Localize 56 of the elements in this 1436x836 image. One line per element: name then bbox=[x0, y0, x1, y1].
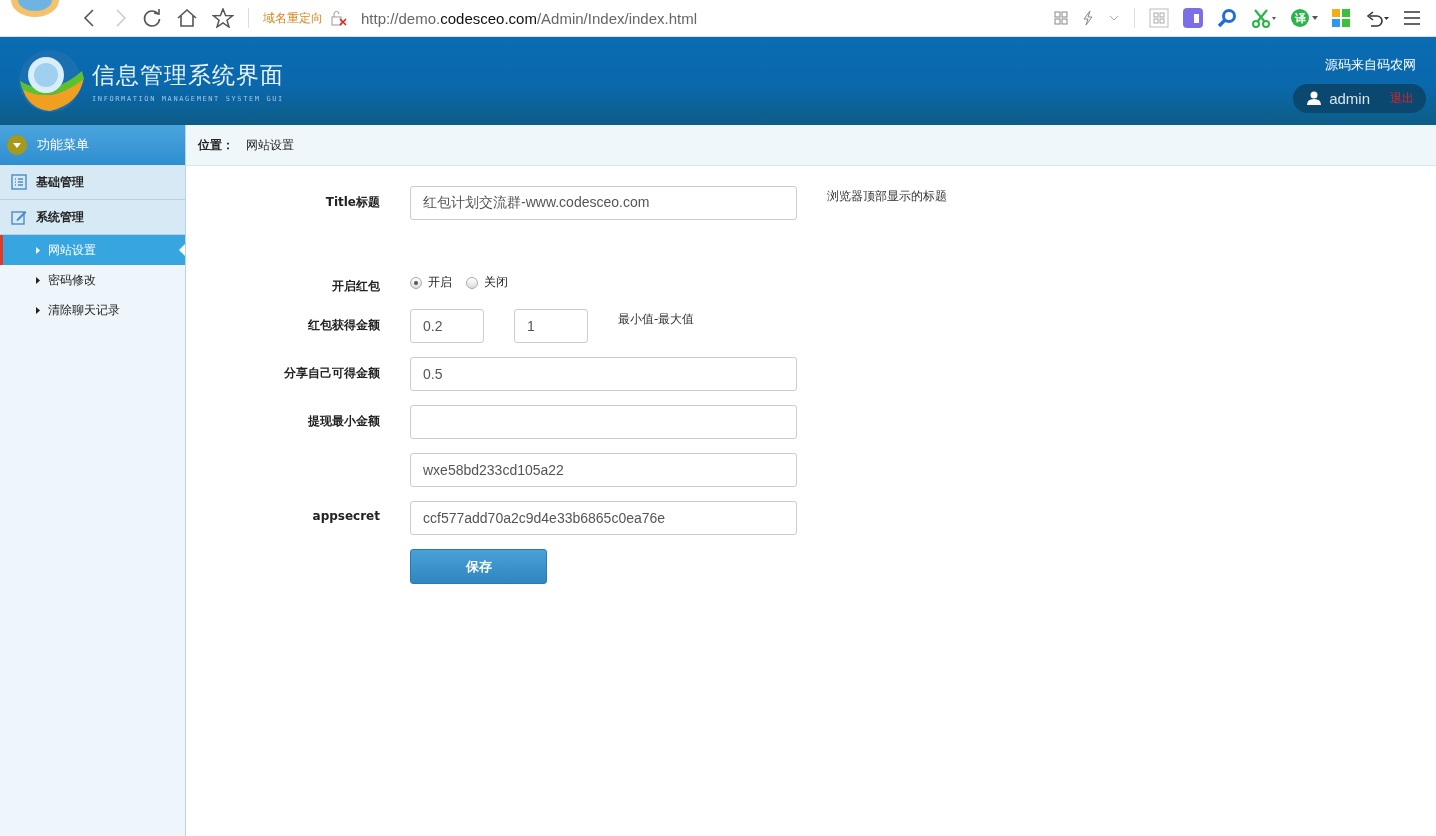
field-label: 提现最小金额 bbox=[307, 413, 380, 430]
home-icon[interactable] bbox=[176, 8, 198, 28]
breadcrumb-label: 位置： bbox=[198, 136, 234, 154]
triangle-right-icon bbox=[36, 246, 40, 254]
input-field[interactable]: 0.2 bbox=[410, 309, 484, 343]
menu-title: 功能菜单 bbox=[37, 136, 89, 154]
scissors-icon[interactable] bbox=[1251, 8, 1277, 28]
field-label: 分享自己可得金额 bbox=[283, 365, 380, 382]
radio-option[interactable]: 关闭 bbox=[466, 274, 508, 291]
chevron-down-icon[interactable] bbox=[1108, 14, 1120, 22]
input-field[interactable]: ccf577add70a2c9d4e33b6865c0ea76e bbox=[410, 501, 797, 535]
redirect-label: 域名重定向 bbox=[263, 9, 323, 27]
radio-label: 开启 bbox=[428, 274, 452, 291]
menu-icon[interactable] bbox=[1404, 11, 1420, 25]
browser-logo-icon bbox=[10, 0, 60, 18]
breadcrumb-current: 网站设置 bbox=[246, 136, 294, 154]
field-hint: 最小值-最大值 bbox=[618, 311, 695, 328]
input-field[interactable] bbox=[410, 405, 797, 439]
star-icon[interactable] bbox=[212, 8, 234, 28]
triangle-right-icon bbox=[36, 306, 40, 314]
field-label: appsecret bbox=[311, 508, 380, 523]
input-field[interactable]: wxe58bd233cd105a22 bbox=[410, 453, 797, 487]
triangle-right-icon bbox=[36, 276, 40, 284]
video-square-icon[interactable] bbox=[1183, 8, 1203, 28]
radio-option[interactable]: 开启 bbox=[410, 274, 452, 291]
address-bar[interactable]: http://demo.codesceo.com/Admin/Index/index.html bbox=[361, 9, 697, 27]
field-label: 开启红包 bbox=[331, 278, 380, 295]
menu-group[interactable]: 基础管理 bbox=[0, 165, 185, 200]
reload-icon[interactable] bbox=[142, 8, 162, 28]
edit-icon bbox=[11, 209, 27, 225]
broken-lock-icon bbox=[331, 10, 347, 26]
system-title: 信息管理系统界面 bbox=[92, 60, 284, 90]
field-label: 红包获得金额 bbox=[307, 317, 380, 334]
menu-item[interactable]: 清除聊天记录 bbox=[0, 295, 185, 325]
list-icon bbox=[11, 174, 27, 190]
source-link[interactable]: 源码来自码农网 bbox=[1325, 55, 1416, 74]
menu-item[interactable]: 密码修改 bbox=[0, 265, 185, 295]
field-hint: 浏览器顶部显示的标题 bbox=[827, 188, 947, 205]
search-icon[interactable] bbox=[1217, 8, 1237, 28]
dropdown-circle-icon bbox=[7, 135, 27, 155]
radio-button[interactable] bbox=[466, 276, 478, 289]
pointer-notch bbox=[179, 244, 185, 256]
radio-button[interactable] bbox=[410, 276, 422, 289]
input-field[interactable]: 1 bbox=[514, 309, 588, 343]
field-label: Title标题 bbox=[324, 194, 380, 211]
lightning-icon[interactable] bbox=[1082, 10, 1094, 26]
qr-code-icon[interactable] bbox=[1054, 11, 1068, 25]
radio-label: 关闭 bbox=[484, 274, 508, 291]
input-field[interactable]: 0.5 bbox=[410, 357, 797, 391]
caret-icon bbox=[1312, 16, 1318, 20]
menu-group[interactable]: 系统管理 bbox=[0, 200, 185, 235]
input-field[interactable]: 红包计划交流群-www.codesceo.com bbox=[410, 186, 797, 220]
tiles-icon[interactable] bbox=[1332, 9, 1350, 27]
username: admin bbox=[1329, 89, 1370, 107]
undo-icon[interactable] bbox=[1364, 8, 1390, 28]
user-icon bbox=[1307, 91, 1322, 105]
